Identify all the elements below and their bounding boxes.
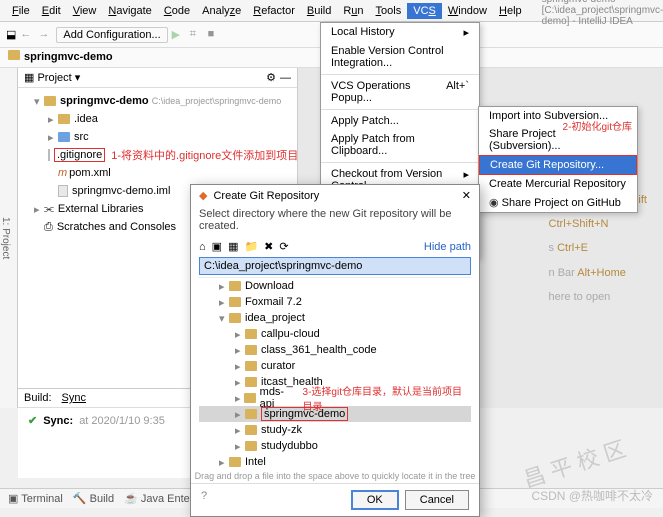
menu-file[interactable]: File [6, 3, 36, 19]
left-gutter[interactable]: 1: Project [0, 68, 18, 408]
run-icon[interactable]: ▶ [172, 28, 186, 42]
menu-apply-patch[interactable]: Apply Patch... [321, 112, 479, 130]
menu-edit[interactable]: Edit [36, 3, 67, 19]
annotation-2: 2-初始化git仓库 [563, 118, 632, 133]
menu-window[interactable]: Window [442, 3, 493, 19]
menu-vcs-popup[interactable]: VCS Operations Popup...Alt+` [321, 77, 479, 107]
status-terminal[interactable]: ▣ Terminal [8, 492, 63, 505]
menu-analyze[interactable]: Analyze [196, 3, 247, 19]
git-icon: ◆ [199, 189, 207, 202]
ok-button[interactable]: OK [351, 490, 399, 510]
dialog-hint: Drag and drop a file into the space abov… [191, 469, 479, 483]
path-input[interactable] [199, 257, 471, 275]
hide-path-link[interactable]: Hide path [424, 241, 471, 253]
desktop-icon[interactable]: ▣ [212, 240, 222, 253]
status-build[interactable]: 🔨 Build [73, 492, 114, 505]
help-icon[interactable]: ? [201, 490, 207, 510]
submenu-share-github[interactable]: ◉ Share Project on GitHub [479, 193, 637, 212]
annotation-1: 1-将资料中的.gitignore文件添加到项目 [111, 147, 298, 163]
menu-tools[interactable]: Tools [370, 3, 408, 19]
cancel-button[interactable]: Cancel [405, 490, 469, 510]
menu-enable-vcs[interactable]: Enable Version Control Integration... [321, 42, 479, 72]
delete-icon[interactable]: ✖ [264, 240, 273, 253]
menu-local-history[interactable]: Local History▸ [321, 23, 479, 42]
menu-navigate[interactable]: Navigate [102, 3, 157, 19]
csdn-watermark: CSDN @热咖啡不太冷 [531, 487, 653, 504]
menu-refactor[interactable]: Refactor [247, 3, 301, 19]
collapse-icon[interactable]: — [280, 72, 291, 84]
menu-bar: File Edit View Navigate Code Analyze Ref… [0, 0, 663, 22]
dialog-desc: Select directory where the new Git repos… [191, 206, 479, 238]
menu-run[interactable]: Run [337, 3, 369, 19]
watermark: 昌平校区 [519, 429, 635, 494]
menu-view[interactable]: View [67, 3, 103, 19]
menu-vcs[interactable]: VCS [407, 3, 442, 19]
debug-icon[interactable]: ⌗ [190, 28, 204, 42]
gitignore-file[interactable]: .gitignore1-将资料中的.gitignore文件添加到项目 [22, 146, 293, 164]
menu-help[interactable]: Help [493, 3, 528, 19]
newfolder-icon[interactable]: 📁 [244, 240, 258, 253]
dialog-title: Create Git Repository [213, 190, 319, 202]
project-dropdown[interactable]: ▦ Project ▾ [24, 71, 80, 84]
fwd-icon[interactable]: → [38, 28, 52, 42]
refresh-icon[interactable]: ⟳ [279, 240, 288, 253]
stop-icon[interactable]: ■ [208, 28, 222, 42]
home-icon[interactable]: ⌂ [199, 241, 206, 253]
project-icon[interactable]: ▦ [228, 240, 238, 253]
check-icon: ✔ [28, 414, 37, 427]
submenu-create-git[interactable]: Create Git Repository... [479, 155, 637, 175]
dialog-tree[interactable]: ▸Download ▸Foxmail 7.2 ▾idea_project ▸ca… [199, 277, 471, 467]
submenu-create-hg[interactable]: Create Mercurial Repository [479, 175, 637, 193]
gear-icon[interactable]: ⚙ [266, 71, 276, 84]
collapse-icon[interactable]: ⬓ [6, 28, 16, 41]
close-icon[interactable]: ✕ [462, 189, 471, 202]
menu-build[interactable]: Build [301, 3, 337, 19]
menu-code[interactable]: Code [158, 3, 196, 19]
create-git-dialog: ◆ Create Git Repository ✕ Select directo… [190, 184, 480, 517]
window-title-path: springmvc-demo [C:\idea_project\springmv… [536, 0, 663, 29]
back-icon[interactable]: ← [20, 28, 34, 42]
build-tab-sync[interactable]: Sync [62, 392, 86, 404]
add-configuration-button[interactable]: Add Configuration... [56, 27, 167, 43]
menu-apply-patch-clip[interactable]: Apply Patch from Clipboard... [321, 130, 479, 160]
build-tab-build[interactable]: Build: [24, 392, 52, 404]
